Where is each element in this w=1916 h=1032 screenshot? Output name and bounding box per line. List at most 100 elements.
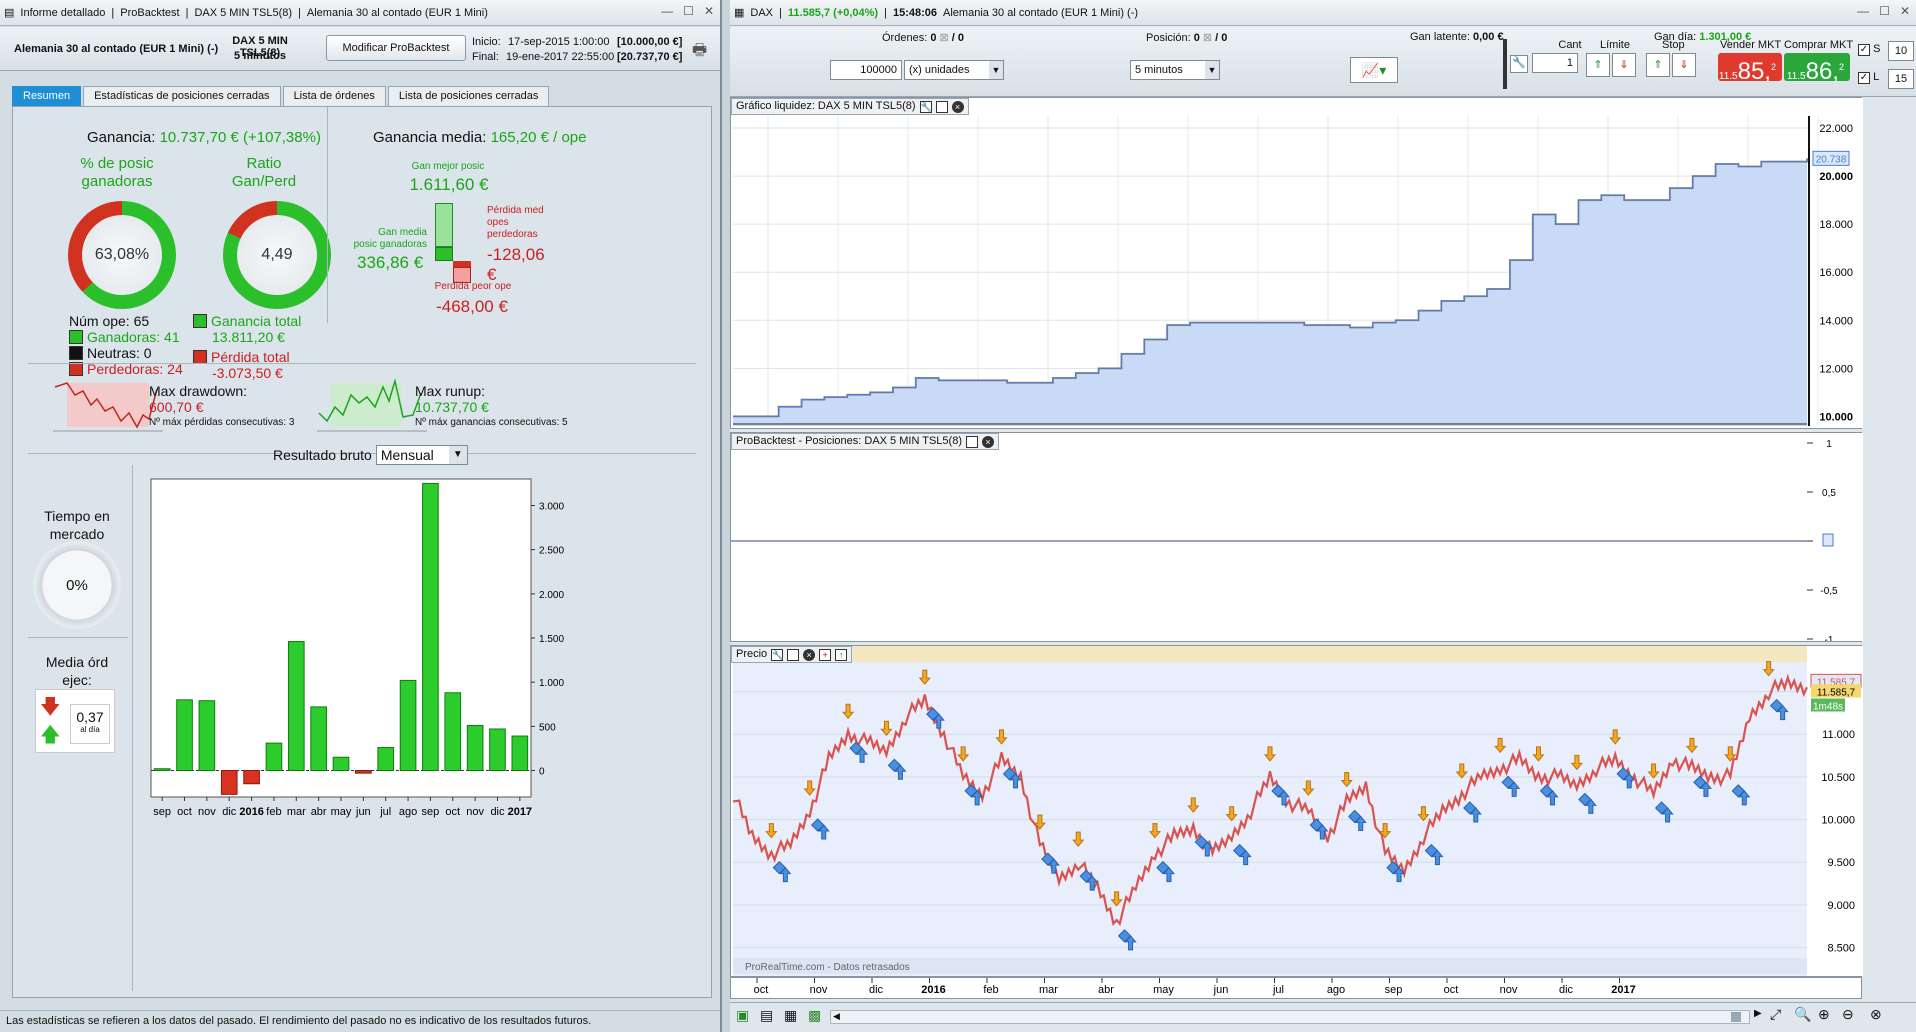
time-in-market-gauge: 0% [33,541,121,629]
y-tick-label: 2.000 [539,590,564,601]
time-in-market-label: Tiempo en mercado [44,508,110,542]
quantity-input[interactable]: 100000 [830,60,902,80]
window-icon[interactable] [935,100,948,113]
ratio-donut: 4,49 [223,201,331,309]
gain-label: Ganancia: [87,129,156,146]
tab-lista-ordenes[interactable]: Lista de órdenes [282,86,386,106]
scroll-left-icon[interactable]: ◀ [833,1011,840,1022]
buy-mkt-button[interactable]: 11.586,2 [1784,53,1850,85]
backtest-icon[interactable]: ▩ [808,1007,821,1024]
last-value-box [1822,533,1834,547]
y-tick-label: 1.000 [539,678,564,689]
zoom-in-icon[interactable]: ⊕ [1818,1006,1830,1023]
close-icon[interactable]: ✕ [704,4,714,18]
tab-lista-posiciones[interactable]: Lista de posiciones cerradas [387,86,550,106]
neutral-swatch [69,346,83,360]
panel-toggle[interactable] [1503,39,1507,89]
zoom-fit-icon[interactable]: ⤢ [1770,1006,1781,1023]
start-capital: [10.000,00 €] [617,36,683,48]
period-select[interactable]: 5 minutos ▼ [1130,60,1220,80]
buy-arrow-icon: 🡅 [40,724,61,746]
s-checkbox[interactable]: ✓ [1858,44,1870,56]
add-chart-icon[interactable]: ▣ [736,1007,749,1024]
l-checkbox[interactable]: ✓ [1858,72,1870,84]
window-icon[interactable] [966,435,978,448]
up-arrow-icon[interactable]: ↑ [835,648,848,661]
tab-estadisticas[interactable]: Estadísticas de posiciones cerradas [83,86,281,106]
zoom-reset-icon[interactable]: ⊗ [1870,1006,1882,1023]
avg-orders-label: Media órd ejec: [45,654,109,688]
close-icon[interactable]: × [982,435,994,448]
price-pane-title: Precio [736,648,768,660]
x-tick-label: nov [810,984,828,996]
tab-resumen[interactable]: Resumen [12,86,82,106]
buy-limit-icon[interactable]: ⇑ [1586,53,1610,77]
wrench-icon[interactable]: 🔧 [1510,55,1528,73]
title-item-instrument: Alemania 30 al contado (EUR 1 Mini) [306,6,488,19]
y-tick-label: 3.000 [539,502,564,513]
l-input[interactable]: 15 [1888,69,1914,89]
sell-mkt-button[interactable]: 11.585,2 [1718,53,1782,85]
start-label: Inicio: [472,36,501,48]
x-tick-label: jul [379,806,391,818]
maximize-icon[interactable]: ☐ [1879,4,1890,18]
list-icon[interactable]: ▦ [784,1007,797,1024]
report-window: ▤ Informe detallado | ProBacktest | DAX 5 … [0,0,722,1032]
zoom-out-icon[interactable]: ⊖ [1842,1006,1854,1023]
best-value: 1.611,60 € [409,175,489,194]
end-date: 19-ene-2017 22:55:00 [506,51,615,63]
close-icon[interactable]: × [951,100,964,113]
drawdown-sub: Nº máx pérdidas consecutivas: 3 [149,417,295,428]
bar [265,742,283,772]
avg-win-label: Gan media posic ganadoras [353,227,427,250]
scroll-right-icon[interactable]: ▶ [1754,1008,1762,1019]
bar [287,641,305,771]
divider [28,637,128,638]
close-icon[interactable]: ✕ [1900,4,1910,18]
close-icon[interactable]: × [803,648,816,661]
avg-loss-value: -128,06 [487,245,545,264]
period-select[interactable]: Mensual ▼ [375,445,468,465]
y-tick-label: 10.500 [1821,772,1855,784]
sell-limit-icon[interactable]: ⇓ [1612,53,1636,77]
time-scrollbar[interactable]: ◀ [830,1010,1750,1024]
wrench-icon[interactable]: 🔧 [771,648,783,661]
window-icon[interactable] [787,648,800,661]
pct-win-value: 63,08% [82,215,162,295]
y-tick-label: -1 [1825,635,1834,641]
cant-input[interactable]: 1 [1532,53,1578,73]
x-tick-label: 2016 [921,984,945,996]
chart-type-icon[interactable]: 📈▾ [1350,57,1398,83]
y-tick-label: 1 [1826,439,1832,450]
divider [327,107,328,323]
units-select[interactable]: (x) unidades ▼ [904,60,1004,80]
minimize-icon[interactable]: — [1857,4,1869,18]
wrench-icon[interactable]: 🔧 [919,100,932,113]
s-input[interactable]: 10 [1888,41,1914,61]
print-icon[interactable]: 🖶 [692,39,707,66]
chevron-down-icon[interactable]: ▼ [448,446,467,464]
y-tick-label: 9.500 [1827,857,1855,869]
x-tick-label: oct [1444,984,1459,996]
zoom-area-icon[interactable]: 🔍 [1794,1006,1811,1023]
avg-win-value: 336,86 € [357,253,424,272]
maximize-icon[interactable]: ☐ [683,4,694,18]
scroll-thumb[interactable] [1731,1012,1741,1022]
report-titlebar: ▤ Informe detallado | ProBacktest | DAX 5 … [0,0,720,26]
y-tick-label: 20.000 [1819,171,1853,183]
monthly-result-chart: 3.0002.5002.0001.5001.0005000sep oct nov di… [150,478,564,818]
buy-stop-icon[interactable]: ⇑ [1646,53,1670,77]
chart-price: 11.585,7 (+0,04%) [787,6,879,19]
bar [489,728,506,772]
modify-probacktest-button[interactable]: Modificar ProBacktest [326,35,466,61]
add-indicator-icon[interactable]: + [819,648,832,661]
y-tick-label: 0 [539,767,545,778]
sell-stop-icon[interactable]: ⇓ [1672,53,1696,77]
indicators-icon[interactable]: ▤ [760,1007,773,1024]
x-tick-label: nov [198,806,216,818]
report-tabs: Resumen Estadísticas de posiciones cerra… [12,86,551,106]
x-tick-label: sep [422,806,440,818]
s-row: ✓ S [1858,43,1881,56]
cant-label: Cant [1558,39,1582,51]
minimize-icon[interactable]: — [661,4,673,18]
